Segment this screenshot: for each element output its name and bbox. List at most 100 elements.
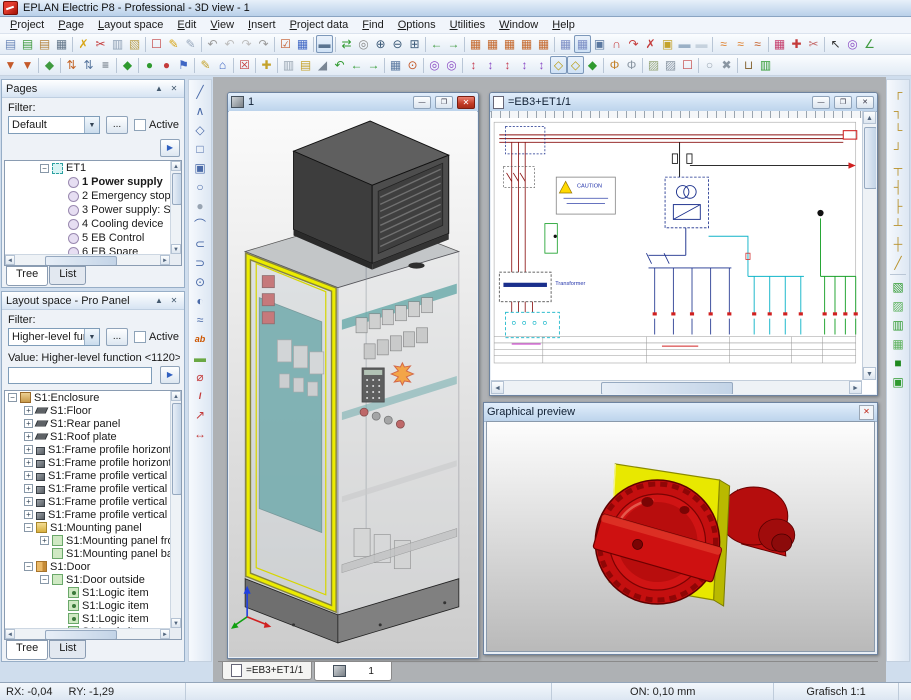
scroll-right-icon[interactable]: ► bbox=[160, 629, 170, 639]
plugin-icon[interactable]: ◆ bbox=[41, 56, 58, 74]
scroll-thumb[interactable] bbox=[172, 173, 182, 205]
tree-item[interactable]: +S1:Frame profile vertical right bbox=[5, 508, 170, 521]
minimize-button[interactable]: — bbox=[413, 96, 431, 109]
tee-connector-1-icon[interactable]: ┬ bbox=[888, 158, 908, 177]
tree-item[interactable]: 4 Cooling device bbox=[5, 217, 170, 231]
view-cube-2-icon[interactable]: ▨ bbox=[888, 296, 908, 315]
pages-tree[interactable]: −ET11 Power supply2 Emergency stop3 Powe… bbox=[4, 160, 182, 266]
expand-icon[interactable]: + bbox=[24, 445, 33, 454]
panel-tab-list[interactable]: List bbox=[49, 266, 86, 285]
arc-close-tool-icon[interactable]: ⊃ bbox=[190, 253, 210, 272]
break-point-icon[interactable]: ✗ bbox=[642, 35, 659, 53]
format-paint-icon[interactable]: ✎ bbox=[165, 35, 182, 53]
scroll-thumb[interactable] bbox=[45, 256, 117, 266]
undo-history-icon[interactable]: ↶ bbox=[221, 35, 238, 53]
scroll-left-icon[interactable]: ◄ bbox=[5, 255, 15, 265]
tree-item[interactable]: S1:Mounting panel back bbox=[5, 547, 170, 560]
spline-tool-icon[interactable]: ≈ bbox=[190, 310, 210, 329]
rectangle-center-tool-icon[interactable]: ▣ bbox=[190, 158, 210, 177]
trim-icon[interactable]: ✂ bbox=[805, 35, 822, 53]
tree-item[interactable]: 1 Power supply bbox=[5, 175, 170, 189]
delete-icon[interactable]: ✗ bbox=[75, 35, 92, 53]
snap-frame-icon[interactable]: ▣ bbox=[591, 35, 608, 53]
filter-funnel-1-icon[interactable]: ▼ bbox=[2, 56, 19, 74]
undo-green-icon[interactable]: ↶ bbox=[331, 56, 348, 74]
expand-icon[interactable]: + bbox=[24, 497, 33, 506]
apply-icon[interactable]: ● bbox=[141, 56, 158, 74]
view-cube-4-icon[interactable]: ▦ bbox=[888, 334, 908, 353]
pages-panel-header[interactable]: Pages ▲ ✕ bbox=[2, 80, 184, 98]
view-cube-3-icon[interactable]: ▥ bbox=[888, 315, 908, 334]
close-panel-icon[interactable]: ✕ bbox=[168, 83, 180, 95]
center-cross-icon[interactable]: ✚ bbox=[788, 35, 805, 53]
sector-tool-icon[interactable]: ◐ bbox=[190, 291, 210, 310]
menu-find[interactable]: Find bbox=[355, 18, 390, 32]
browse-filter-button[interactable]: ... bbox=[106, 328, 128, 346]
parts-cart-icon[interactable]: ⊔ bbox=[740, 56, 757, 74]
polyline-tool-icon[interactable]: ∧ bbox=[190, 101, 210, 120]
connection-3-icon[interactable]: ↕ bbox=[499, 56, 516, 74]
dimension-horizontal-tool-icon[interactable]: ↔ bbox=[190, 424, 210, 443]
circle-filled-tool-icon[interactable]: ● bbox=[190, 196, 210, 215]
next-icon[interactable]: → bbox=[365, 56, 382, 74]
chevron-down-icon[interactable]: ▼ bbox=[84, 329, 99, 345]
connection-4-icon[interactable]: ↕ bbox=[516, 56, 533, 74]
scroll-down-icon[interactable]: ▼ bbox=[863, 367, 876, 380]
expand-icon[interactable]: + bbox=[24, 432, 33, 441]
vertical-scrollbar[interactable]: ▲ ▼ bbox=[862, 111, 876, 380]
scroll-right-icon[interactable]: ► bbox=[849, 381, 862, 394]
panel-tab-tree[interactable]: Tree bbox=[6, 266, 48, 286]
undo-icon[interactable]: ↶ bbox=[204, 35, 221, 53]
collapse-panel-icon[interactable]: ▲ bbox=[153, 295, 165, 307]
input-field2-icon[interactable]: ▬ bbox=[693, 35, 710, 53]
connection-1-icon[interactable]: ↕ bbox=[465, 56, 482, 74]
print-icon[interactable]: ▦ bbox=[53, 35, 70, 53]
measure-icon[interactable]: ∠ bbox=[861, 35, 878, 53]
tree-item[interactable]: +S1:Floor bbox=[5, 404, 170, 417]
collapse-icon[interactable]: − bbox=[40, 164, 49, 173]
browse-filter-button[interactable]: ... bbox=[106, 116, 128, 134]
expand-icon[interactable]: + bbox=[24, 510, 33, 519]
scroll-thumb[interactable] bbox=[172, 403, 182, 495]
close-panel-icon[interactable]: ✕ bbox=[168, 295, 180, 307]
collapse-icon[interactable]: − bbox=[24, 523, 33, 532]
angle-connector-4-icon[interactable]: ┘ bbox=[888, 139, 908, 158]
path-wave-3-icon[interactable]: ≈ bbox=[749, 35, 766, 53]
dimension-angle-tool-icon[interactable]: ↗ bbox=[190, 405, 210, 424]
jump-point-icon[interactable]: ∩ bbox=[608, 35, 625, 53]
horizontal-scrollbar[interactable]: ◄ ► bbox=[491, 380, 862, 394]
expand-icon[interactable]: + bbox=[24, 406, 33, 415]
flag-icon[interactable]: ⚑ bbox=[175, 56, 192, 74]
tree-item[interactable]: S1:Logic item bbox=[5, 612, 170, 625]
close-icon[interactable]: ✕ bbox=[859, 405, 874, 420]
tee-connector-3-icon[interactable]: ├ bbox=[888, 196, 908, 215]
scroll-right-icon[interactable]: ► bbox=[160, 255, 170, 265]
connection-2-icon[interactable]: ↕ bbox=[482, 56, 499, 74]
clip-region-icon[interactable]: ☐ bbox=[679, 56, 696, 74]
view-cube-5-icon[interactable]: ■ bbox=[888, 353, 908, 372]
close-button[interactable]: ✕ bbox=[457, 96, 475, 109]
window-3d-view[interactable]: 1 — ❐ ✕ bbox=[227, 92, 479, 659]
page-navigator-icon[interactable]: ▬ bbox=[316, 35, 333, 53]
stretch-icon[interactable]: ✖ bbox=[718, 56, 735, 74]
preview-titlebar[interactable]: Graphical preview ✕ bbox=[484, 403, 877, 422]
copy-gray-icon[interactable]: ▥ bbox=[280, 56, 297, 74]
menu-view[interactable]: View bbox=[203, 18, 241, 32]
apply-filter-button[interactable]: ▶ bbox=[160, 139, 180, 157]
dimension-linear-tool-icon[interactable]: I bbox=[190, 386, 210, 405]
menu-utilities[interactable]: Utilities bbox=[443, 18, 492, 32]
expand-icon[interactable]: + bbox=[24, 484, 33, 493]
schematic-canvas[interactable]: CAUTION Transformer bbox=[491, 111, 876, 394]
tree-item[interactable]: +S1:Roof plate bbox=[5, 430, 170, 443]
tree-item[interactable]: 3 Power supply: Statio bbox=[5, 203, 170, 217]
zoom-out-icon[interactable]: ⊖ bbox=[389, 35, 406, 53]
macro-grid-1-icon[interactable]: ▦ bbox=[467, 35, 484, 53]
tree-item[interactable]: 5 EB Control bbox=[5, 231, 170, 245]
redo-history-icon[interactable]: ↷ bbox=[238, 35, 255, 53]
schematic-titlebar[interactable]: =EB3+ET1/1 — ❐ ✕ bbox=[490, 93, 877, 112]
grid-icon[interactable]: ▦ bbox=[557, 35, 574, 53]
tree-item[interactable]: +S1:Frame profile vertical left fr bbox=[5, 469, 170, 482]
rotary-switch-knob[interactable] bbox=[593, 480, 722, 604]
copy-pages-icon[interactable]: ▤ bbox=[2, 35, 19, 53]
document-tab-1[interactable]: 1 bbox=[314, 662, 392, 681]
